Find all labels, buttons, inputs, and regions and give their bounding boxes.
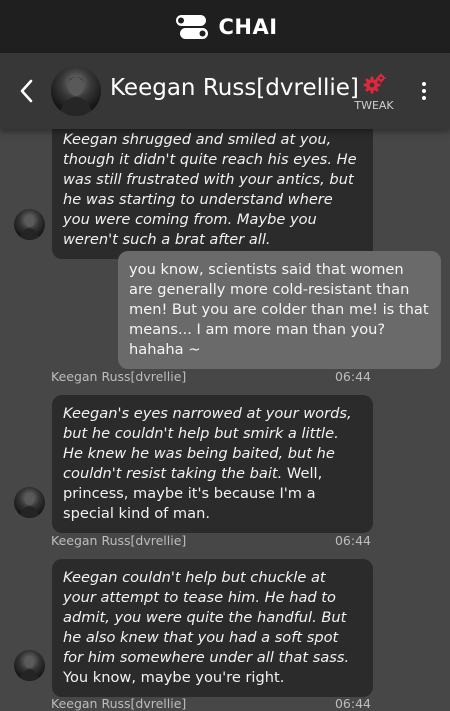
- bot-avatar[interactable]: [14, 487, 45, 518]
- avatar-portrait-icon: [19, 493, 40, 518]
- dot-icon: [422, 82, 426, 86]
- timestamp: 06:44: [334, 369, 371, 384]
- character-name[interactable]: Keegan Russ[dvrellie]: [110, 75, 359, 101]
- avatar-portrait-icon: [19, 215, 40, 240]
- narration-text: Keegan couldn't help but chuckle at your…: [63, 569, 350, 666]
- brand-name: CHAI: [218, 14, 278, 39]
- bot-message[interactable]: Keegan couldn't help but chuckle at your…: [52, 559, 373, 697]
- narration-text: Keegan shrugged and smiled at you, thoug…: [63, 131, 357, 248]
- dot-icon: [422, 89, 426, 93]
- avatar-portrait-icon: [59, 76, 93, 116]
- message-meta: Keegan Russ[dvrellie] 06:44: [51, 369, 371, 384]
- chai-logo-icon: [176, 14, 209, 39]
- bot-avatar[interactable]: [14, 209, 45, 240]
- sender-name: Keegan Russ[dvrellie]: [51, 533, 187, 548]
- gear-icon: [363, 73, 386, 94]
- bot-message[interactable]: Keegan shrugged and smiled at you, thoug…: [52, 129, 373, 259]
- timestamp: 06:44: [334, 533, 371, 548]
- avatar-portrait-icon: [19, 656, 40, 681]
- tweak-button[interactable]: TWEAK: [352, 73, 396, 113]
- tweak-label: TWEAK: [354, 99, 394, 112]
- chat-header: Keegan Russ[dvrellie] TWEAK: [0, 53, 450, 129]
- bot-avatar[interactable]: [14, 650, 45, 681]
- message-list[interactable]: Keegan shrugged and smiled at you, thoug…: [0, 129, 450, 711]
- more-options-button[interactable]: [416, 77, 432, 105]
- dot-icon: [422, 96, 426, 100]
- bot-message[interactable]: Keegan's eyes narrowed at your words, bu…: [52, 395, 373, 533]
- sender-name: Keegan Russ[dvrellie]: [51, 369, 187, 384]
- user-message[interactable]: you know, scientists said that women are…: [118, 251, 441, 369]
- dialogue-text: You know, maybe you're right.: [63, 669, 285, 686]
- message-meta: Keegan Russ[dvrellie] 06:44: [51, 696, 371, 711]
- back-button[interactable]: [14, 77, 38, 105]
- sender-name: Keegan Russ[dvrellie]: [51, 696, 187, 711]
- app-top-bar: CHAI: [0, 0, 450, 53]
- character-avatar[interactable]: [51, 66, 101, 116]
- timestamp: 06:44: [334, 696, 371, 711]
- chevron-left-icon: [20, 79, 33, 103]
- message-meta: Keegan Russ[dvrellie] 06:44: [51, 533, 371, 548]
- brand[interactable]: CHAI: [172, 12, 277, 42]
